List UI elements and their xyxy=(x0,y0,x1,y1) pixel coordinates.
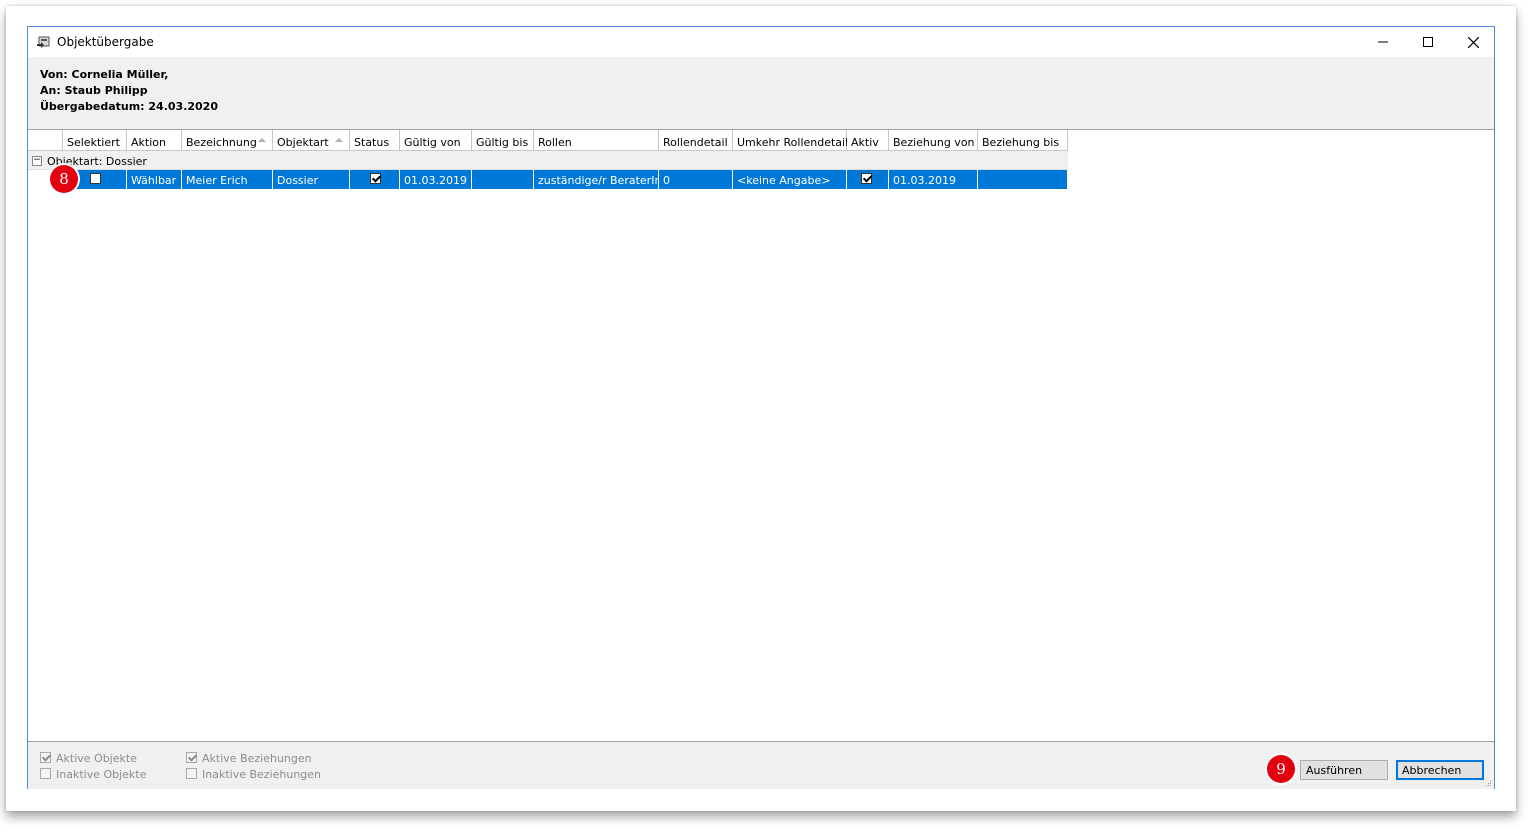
cancel-button[interactable]: Abbrechen xyxy=(1396,760,1484,780)
column-header-rollen[interactable]: Rollen xyxy=(534,130,659,151)
select-checkbox[interactable] xyxy=(90,173,101,184)
dialog-window: Objektübergabe Von: Cornelia Müller, An:… xyxy=(27,26,1495,789)
sort-ascending-icon xyxy=(335,138,343,142)
maximize-icon xyxy=(1423,37,1433,47)
to-label: An: Staub Philipp xyxy=(40,84,148,97)
title-bar: Objektübergabe xyxy=(28,27,1494,57)
inaktive-objekte-checkbox[interactable] xyxy=(40,768,51,779)
resize-grip-icon[interactable] xyxy=(1484,779,1492,787)
aktive-beziehungen-label: Aktive Beziehungen xyxy=(202,752,312,765)
aktiv-checkbox xyxy=(861,173,872,184)
table-row[interactable]: Wählbar Meier Erich Dossier 01.03.2019 z… xyxy=(28,170,1068,189)
column-header-label: Bezeichnung xyxy=(186,136,257,149)
transfer-info-panel: Von: Cornelia Müller, An: Staub Philipp … xyxy=(28,57,1494,129)
cell-umkehr-rollendetail: <keine Angabe> xyxy=(733,170,847,189)
row-indicator-header xyxy=(28,130,63,151)
cell-status xyxy=(350,170,400,189)
app-icon xyxy=(37,36,50,48)
callout-badge-9: 9 xyxy=(1267,755,1295,783)
cell-aktion: Wählbar xyxy=(127,170,182,189)
column-header-aktiv[interactable]: Aktiv xyxy=(847,130,889,151)
column-header-beziehung-von[interactable]: Beziehung von xyxy=(889,130,978,151)
close-button[interactable] xyxy=(1450,27,1496,57)
column-header-objektart[interactable]: Objektart xyxy=(273,130,350,151)
column-header-beziehung-bis[interactable]: Beziehung bis xyxy=(978,130,1068,151)
sort-ascending-icon xyxy=(258,138,266,142)
column-header-rollendetail[interactable]: Rollendetail xyxy=(659,130,733,151)
object-grid: Selektiert Aktion Bezeichnung Objektart … xyxy=(28,129,1494,742)
column-header-status[interactable]: Status xyxy=(350,130,400,151)
aktive-beziehungen-checkbox[interactable] xyxy=(186,752,197,763)
cell-bezeichnung: Meier Erich xyxy=(182,170,273,189)
column-header-gueltig-von[interactable]: Gültig von xyxy=(400,130,472,151)
cell-beziehung-von: 01.03.2019 xyxy=(889,170,978,189)
inaktive-objekte-label: Inaktive Objekte xyxy=(56,768,147,781)
column-header-bezeichnung[interactable]: Bezeichnung xyxy=(182,130,273,151)
column-header-umkehr-rollendetail[interactable]: Umkehr Rollendetail xyxy=(733,130,848,151)
maximize-button[interactable] xyxy=(1405,27,1451,57)
inaktive-beziehungen-label: Inaktive Beziehungen xyxy=(202,768,322,781)
aktive-objekte-checkbox[interactable] xyxy=(40,752,51,763)
cell-beziehung-bis xyxy=(978,170,1068,189)
date-label: Übergabedatum: 24.03.2020 xyxy=(40,100,218,113)
column-header-selektiert[interactable]: Selektiert xyxy=(63,130,127,151)
cell-gueltig-von: 01.03.2019 xyxy=(400,170,472,189)
status-checkbox xyxy=(370,173,381,184)
from-label: Von: Cornelia Müller, xyxy=(40,68,169,81)
window-title: Objektübergabe xyxy=(57,35,154,49)
column-header-label: Objektart xyxy=(277,136,329,149)
execute-button[interactable]: Ausführen xyxy=(1300,760,1388,780)
minimize-icon xyxy=(1378,41,1388,43)
group-row-objektart: − Objektart: Dossier xyxy=(28,151,1068,170)
cell-rollendetail: 0 xyxy=(659,170,733,189)
minimize-button[interactable] xyxy=(1360,27,1406,57)
collapse-toggle-icon[interactable]: − xyxy=(32,156,42,166)
callout-badge-8: 8 xyxy=(50,165,78,193)
cell-rollen: zuständige/r BeraterIn xyxy=(534,170,659,189)
inaktive-beziehungen-checkbox[interactable] xyxy=(186,768,197,779)
column-header-gueltig-bis[interactable]: Gültig bis xyxy=(472,130,534,151)
aktive-objekte-label: Aktive Objekte xyxy=(56,752,137,765)
column-header-aktion[interactable]: Aktion xyxy=(127,130,182,151)
cell-gueltig-bis xyxy=(472,170,534,189)
cell-objektart: Dossier xyxy=(273,170,350,189)
cell-aktiv xyxy=(847,170,889,189)
close-icon xyxy=(1467,36,1479,48)
